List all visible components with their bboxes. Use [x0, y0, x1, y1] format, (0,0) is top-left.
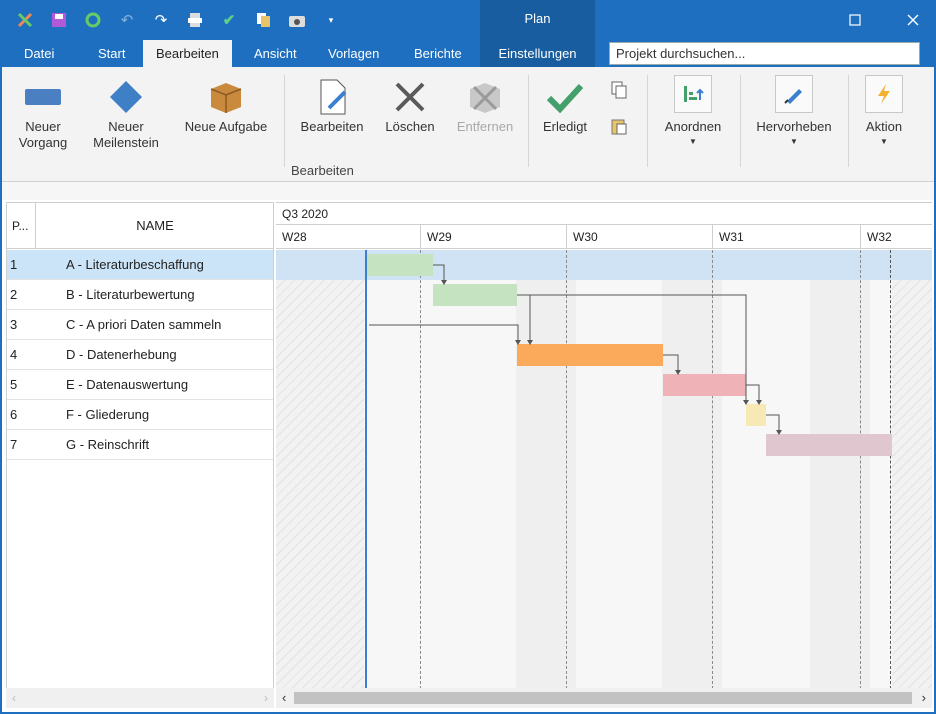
table-row[interactable]: 1A - Literaturbeschaffung	[7, 250, 273, 280]
lightning-icon	[865, 75, 903, 113]
table-row[interactable]: 2B - Literaturbewertung	[7, 280, 273, 310]
app-icon[interactable]	[8, 8, 42, 32]
tab-start[interactable]: Start	[86, 40, 137, 67]
tab-datei[interactable]: Datei	[12, 40, 66, 67]
check-icon[interactable]: ✔	[212, 8, 246, 32]
grid-horizontal-scrollbar[interactable]: ‹ ›	[6, 688, 274, 708]
check-mark-icon	[534, 75, 596, 119]
copy-small-button[interactable]	[608, 81, 630, 103]
bearbeiten-button[interactable]: Bearbeiten	[294, 75, 370, 135]
milestone-diamond-icon	[86, 75, 166, 119]
ribbon: Neuer Vorgang Neuer Meilenstein Neue Auf…	[2, 67, 934, 182]
camera-icon[interactable]	[280, 8, 314, 32]
delete-x-icon	[378, 75, 442, 119]
scrollbar-thumb[interactable]	[294, 692, 912, 704]
ribbon-spacer	[2, 182, 934, 200]
restore-button[interactable]	[840, 8, 870, 32]
week-header: W28 W29 W30 W31 W32	[276, 225, 932, 249]
week-label: W31	[712, 225, 860, 249]
remove-box-icon	[450, 75, 520, 119]
search-input[interactable]: Projekt durchsuchen...	[609, 42, 920, 65]
hervorheben-button[interactable]: Hervorheben ▼	[748, 75, 840, 147]
tab-vorlagen[interactable]: Vorlagen	[316, 40, 391, 67]
tab-bearbeiten[interactable]: Bearbeiten	[143, 40, 232, 67]
dependency-arrows	[369, 264, 782, 435]
paste-small-button[interactable]	[608, 117, 630, 139]
save-icon[interactable]	[42, 8, 76, 32]
neuer-meilenstein-button[interactable]: Neuer Meilenstein	[86, 75, 166, 151]
ribbon-separator	[284, 75, 285, 167]
ribbon-group-label: Bearbeiten	[291, 163, 354, 178]
column-header-position[interactable]: P...	[7, 203, 36, 249]
aktion-button[interactable]: Aktion ▼	[856, 75, 912, 147]
tab-ansicht[interactable]: Ansicht	[242, 40, 309, 67]
package-icon	[177, 75, 275, 119]
close-button[interactable]	[898, 8, 928, 32]
table-row[interactable]: 4D - Datenerhebung	[7, 340, 273, 370]
tab-berichte[interactable]: Berichte	[402, 40, 474, 67]
table-row[interactable]: 6F - Gliederung	[7, 400, 273, 430]
tab-einstellungen[interactable]: Einstellungen	[480, 40, 595, 67]
copy-icon[interactable]	[246, 8, 280, 32]
ribbon-separator	[848, 75, 849, 167]
undo-icon: ↶	[120, 12, 134, 29]
table-row[interactable]: 3C - A priori Daten sammeln	[7, 310, 273, 340]
edit-document-icon	[294, 75, 370, 119]
quick-access-toolbar: ↶ ↷ ✔ ▾	[8, 8, 348, 32]
highlight-pen-icon	[775, 75, 813, 113]
task-bar-icon	[8, 75, 78, 119]
print-icon[interactable]	[178, 8, 212, 32]
neue-aufgabe-button[interactable]: Neue Aufgabe	[177, 75, 275, 135]
gantt-horizontal-scrollbar[interactable]: ‹ ›	[276, 688, 932, 708]
arrange-icon	[674, 75, 712, 113]
ribbon-separator	[740, 75, 741, 167]
table-row[interactable]: 5E - Datenauswertung	[7, 370, 273, 400]
title-bar: ↶ ↷ ✔ ▾ Plan	[0, 0, 936, 40]
paste-small-icon	[608, 117, 630, 139]
column-header-name[interactable]: NAME	[37, 203, 273, 249]
entfernen-button: Entfernen	[450, 75, 520, 135]
refresh-icon[interactable]	[76, 8, 110, 32]
scroll-right-icon[interactable]: ›	[922, 690, 926, 705]
project-view: P... NAME 1A - Literaturbeschaffung 2B -…	[2, 200, 934, 712]
scroll-left-icon[interactable]: ‹	[12, 691, 16, 705]
customize-icon[interactable]: ▾	[314, 8, 348, 32]
table-row[interactable]: 7G - Reinschrift	[7, 430, 273, 460]
ribbon-separator	[528, 75, 529, 167]
gantt-body	[276, 250, 932, 688]
neuer-vorgang-button[interactable]: Neuer Vorgang	[8, 75, 78, 151]
scroll-left-icon[interactable]: ‹	[282, 690, 286, 705]
week-label: W32	[860, 225, 932, 249]
week-label: W30	[566, 225, 712, 249]
loeschen-button[interactable]: Löschen	[378, 75, 442, 135]
chevron-down-icon: ▼	[880, 137, 888, 146]
context-tab-plan: Plan	[480, 0, 595, 40]
quarter-header: Q3 2020	[276, 203, 932, 225]
ribbon-separator	[647, 75, 648, 167]
chevron-down-icon: ▼	[689, 137, 697, 146]
task-grid: P... NAME 1A - Literaturbeschaffung 2B -…	[6, 202, 274, 688]
redo-icon[interactable]: ↷	[144, 8, 178, 32]
scroll-right-icon[interactable]: ›	[264, 691, 268, 705]
erledigt-button[interactable]: Erledigt	[534, 75, 596, 135]
week-label: W28	[282, 230, 307, 244]
grid-header: P... NAME	[7, 203, 273, 249]
copy-small-icon	[608, 81, 630, 103]
anordnen-button[interactable]: Anordnen ▼	[656, 75, 730, 147]
gantt-chart: Q3 2020 W28 W29 W30 W31 W32	[276, 202, 932, 688]
week-label: W29	[420, 225, 566, 249]
chevron-down-icon: ▼	[790, 137, 798, 146]
